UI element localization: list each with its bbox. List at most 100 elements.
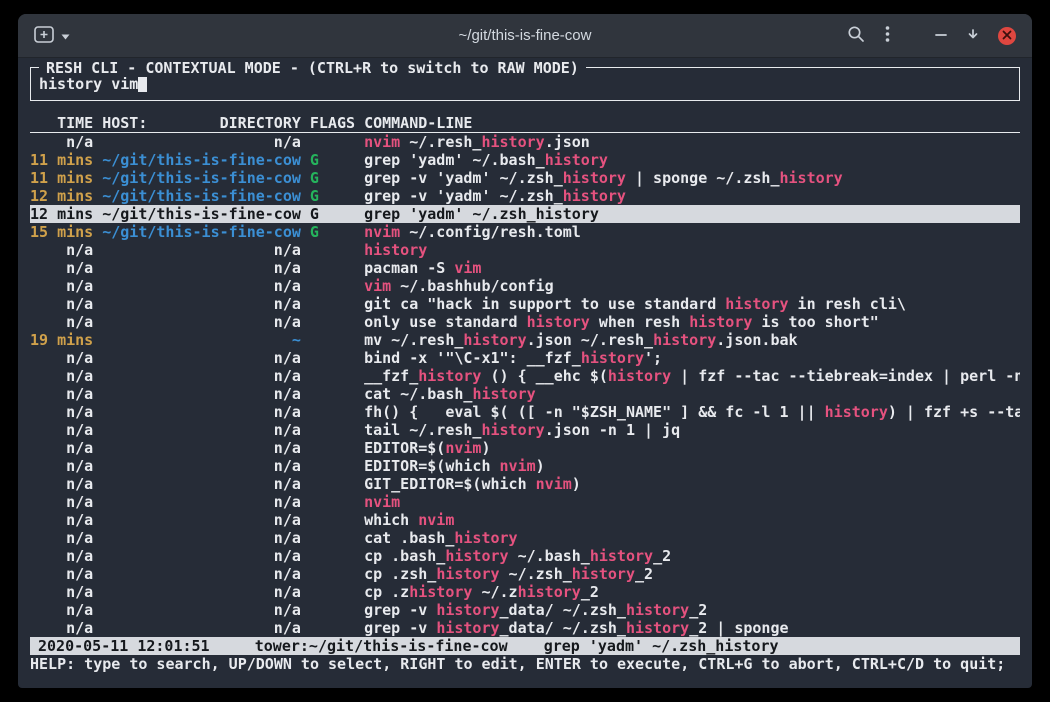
table-header: TIME HOST: DIRECTORY FLAGS COMMAND-LINE (30, 114, 1020, 133)
command-text: cp .z (364, 583, 409, 601)
history-row[interactable]: n/an/avim ~/.bashhub/config (30, 277, 1020, 295)
command-match-text: vim (364, 277, 391, 295)
command-cell: EDITOR=$(which nvim) (364, 457, 1020, 475)
time-cell: n/a (30, 133, 93, 151)
time-cell: n/a (30, 385, 93, 403)
time-cell: 11 mins (30, 169, 93, 187)
window-controls (934, 27, 1016, 45)
titlebar: ~/git/this-is-fine-cow (18, 14, 1032, 58)
command-text: _data/ ~/.zsh_ (500, 601, 626, 619)
history-row[interactable]: n/an/agrep -v history_data/ ~/.zsh_histo… (30, 619, 1020, 637)
command-cell: only use standard history when resh hist… (364, 313, 1020, 331)
command-text: grep 'yadm' ~/.zsh_history (364, 205, 599, 223)
command-match-text: nvim (364, 493, 400, 511)
minimize-button[interactable] (934, 27, 948, 44)
text-cursor (138, 76, 147, 92)
time-cell: 15 mins (30, 223, 93, 241)
history-row[interactable]: n/an/acat ~/.bash_history (30, 385, 1020, 403)
history-row[interactable]: n/an/awhich nvim (30, 511, 1020, 529)
history-row[interactable]: n/an/acp .zhistory ~/.zhistory_2 (30, 583, 1020, 601)
search-query-input[interactable]: history vim (39, 75, 1012, 93)
command-text: grep -v (364, 619, 436, 637)
new-tab-button[interactable] (34, 26, 54, 46)
command-match-text: history (725, 295, 788, 313)
time-cell: 11 mins (30, 151, 93, 169)
directory-cell: n/a (102, 493, 301, 511)
history-row[interactable]: 12 mins~/git/this-is-fine-cowGgrep 'yadm… (30, 205, 1020, 223)
history-row[interactable]: 11 mins~/git/this-is-fine-cowGgrep 'yadm… (30, 151, 1020, 169)
time-cell: n/a (30, 457, 93, 475)
command-cell: EDITOR=$(nvim) (364, 439, 1020, 457)
command-match-text: history (689, 313, 752, 331)
search-button[interactable] (847, 25, 865, 46)
history-row[interactable]: n/an/abind -x '"\C-x1": __fzf_history'; (30, 349, 1020, 367)
directory-cell: n/a (102, 529, 301, 547)
history-row[interactable]: 15 mins~/git/this-is-fine-cowGnvim ~/.co… (30, 223, 1020, 241)
history-row[interactable]: n/an/aEDITOR=$(which nvim) (30, 457, 1020, 475)
history-row[interactable]: n/an/atail ~/.resh_history.json -n 1 | j… (30, 421, 1020, 439)
command-cell: nvim (364, 493, 1020, 511)
command-text: ) (572, 475, 581, 493)
command-cell: pacman -S vim (364, 259, 1020, 277)
directory-cell: n/a (102, 403, 301, 421)
command-cell: __fzf_history () { __ehc $(history | fzf… (364, 367, 1020, 385)
command-text: in resh cli\ (789, 295, 906, 313)
terminal[interactable]: RESH CLI - CONTEXTUAL MODE - (CTRL+R to … (18, 58, 1032, 688)
command-match-text: history (545, 151, 608, 169)
status-command: grep 'yadm' ~/.zsh_history (544, 637, 779, 655)
history-row[interactable]: 11 mins~/git/this-is-fine-cowGgrep -v 'y… (30, 169, 1020, 187)
terminal-window: ~/git/this-is-fine-cow (18, 14, 1032, 688)
command-cell: bind -x '"\C-x1": __fzf_history'; (364, 349, 1020, 367)
command-text: fh() { eval $( ([ -n "$ZSH_NAME" ] && fc… (364, 403, 825, 421)
command-text: _2 (581, 583, 599, 601)
close-icon (1002, 28, 1012, 43)
history-row[interactable]: n/an/ahistory (30, 241, 1020, 259)
command-text: pacman -S (364, 259, 454, 277)
history-row[interactable]: n/an/apacman -S vim (30, 259, 1020, 277)
directory-cell: n/a (102, 511, 301, 529)
history-row[interactable]: n/an/acat .bash_history (30, 529, 1020, 547)
command-cell: cat ~/.bash_history (364, 385, 1020, 403)
time-cell: n/a (30, 403, 93, 421)
history-row[interactable]: n/an/aGIT_EDITOR=$(which nvim) (30, 475, 1020, 493)
command-text: ~/.bash_ (509, 547, 590, 565)
history-row[interactable]: n/an/acp .bash_history ~/.bash_history_2 (30, 547, 1020, 565)
command-match-text: history (572, 565, 635, 583)
restore-button[interactable] (966, 27, 980, 44)
tab-menu-button[interactable] (61, 28, 70, 43)
history-row[interactable]: n/an/aEDITOR=$(nvim) (30, 439, 1020, 457)
command-text: ~/.zsh_ (500, 565, 572, 583)
history-row[interactable]: n/an/aonly use standard history when res… (30, 313, 1020, 331)
directory-cell: n/a (102, 277, 301, 295)
command-match-text: history (590, 547, 653, 565)
command-cell: fh() { eval $( ([ -n "$ZSH_NAME" ] && fc… (364, 403, 1020, 421)
directory-cell: n/a (102, 241, 301, 259)
command-text: EDITOR=$( (364, 439, 445, 457)
history-row[interactable]: n/a n/a fh() { eval $( ([ -n "$ZSH_NAME" ]… (30, 403, 1020, 421)
command-text: only use standard (364, 313, 527, 331)
menu-button[interactable] (885, 25, 890, 46)
time-cell: n/a (30, 439, 93, 457)
time-cell: n/a (30, 421, 93, 439)
history-row[interactable]: n/an/anvim ~/.resh_history.json (30, 133, 1020, 151)
directory-cell: ~ (102, 331, 301, 349)
header-host-directory: HOST: DIRECTORY (102, 114, 301, 132)
status-timestamp: 2020-05-11 12:01:51 (38, 637, 210, 655)
history-row[interactable]: n/an/acp .zsh_history ~/.zsh_history_2 (30, 565, 1020, 583)
history-row[interactable]: n/an/agit ca "hack in support to use sta… (30, 295, 1020, 313)
command-match-text: nvim (500, 457, 536, 475)
history-row[interactable]: 19 mins~mv ~/.resh_history.json ~/.resh_… (30, 331, 1020, 349)
flags-cell: G (310, 169, 355, 187)
command-text: _data/ ~/.zsh_ (500, 619, 626, 637)
command-text: .json -n 1 | jq (545, 421, 680, 439)
search-box[interactable]: RESH CLI - CONTEXTUAL MODE - (CTRL+R to … (30, 67, 1020, 101)
history-row[interactable]: n/an/a__fzf_history () { __ehc $(history… (30, 367, 1020, 385)
history-row[interactable]: 12 mins~/git/this-is-fine-cowGgrep -v 'y… (30, 187, 1020, 205)
history-row[interactable]: n/an/anvim (30, 493, 1020, 511)
command-match-text: history (626, 619, 689, 637)
close-button[interactable] (998, 27, 1016, 45)
command-text: | sponge ~/.zsh_ (626, 169, 780, 187)
time-cell: n/a (30, 583, 93, 601)
history-row[interactable]: n/an/agrep -v history_data/ ~/.zsh_histo… (30, 601, 1020, 619)
directory-cell: ~/git/this-is-fine-cow (102, 151, 301, 169)
